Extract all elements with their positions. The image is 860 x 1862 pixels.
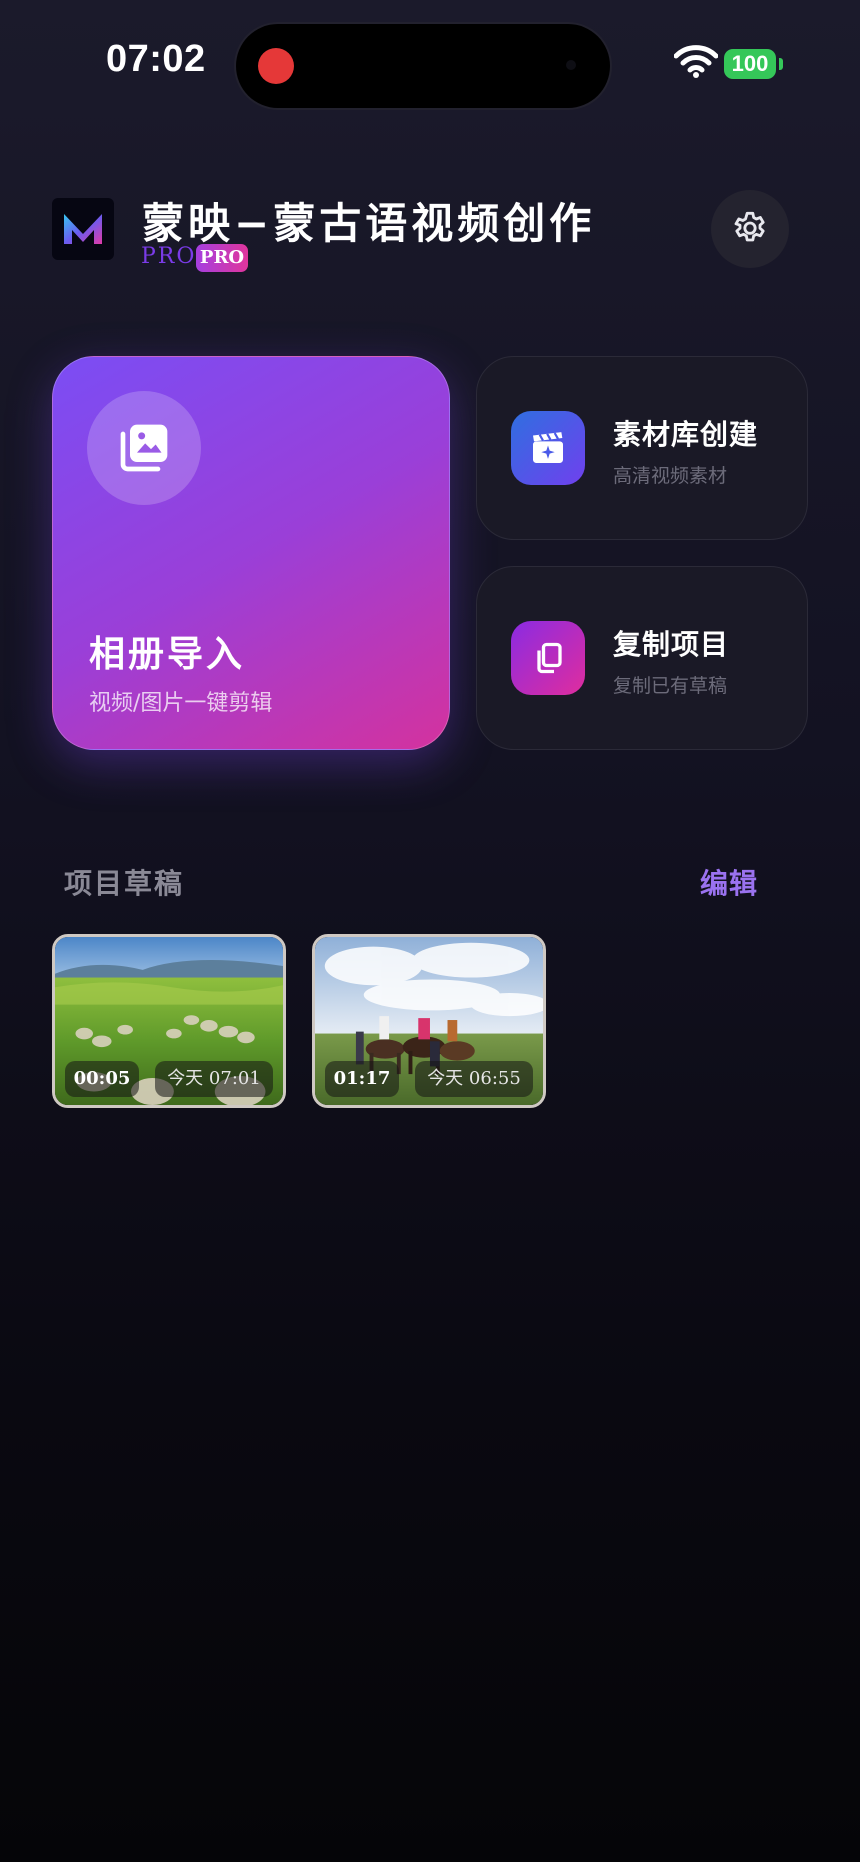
pro-badge: PRO <box>196 244 248 272</box>
draft-duration: 01:17 <box>325 1061 399 1097</box>
status-time: 07:02 <box>106 38 206 80</box>
pro-label: PRO <box>141 244 197 269</box>
recording-indicator-icon <box>258 48 294 84</box>
draft-date: 今天 07:01 <box>155 1061 273 1097</box>
clapperboard-icon <box>533 432 563 463</box>
library-title: 素材库创建 <box>613 418 759 451</box>
settings-button[interactable] <box>711 190 789 268</box>
photo-library-icon <box>120 424 168 472</box>
import-title: 相册导入 <box>89 634 246 675</box>
material-library-card[interactable]: 素材库创建 高清视频素材 <box>476 356 808 540</box>
copy-title: 复制项目 <box>613 628 730 661</box>
library-icon-tile <box>511 411 585 485</box>
copy-project-card[interactable]: 复制项目 复制已有草稿 <box>476 566 808 750</box>
album-import-card[interactable]: 相册导入 视频/图片一键剪辑 <box>52 356 450 750</box>
dynamic-island <box>236 24 610 108</box>
battery-tip <box>779 58 783 70</box>
import-subtitle: 视频/图片一键剪辑 <box>89 691 273 716</box>
app-title: 蒙映−蒙古语视频创作 <box>142 199 596 248</box>
copy-icon-tile <box>511 621 585 695</box>
copy-subtitle: 复制已有草稿 <box>613 675 728 697</box>
draft-item[interactable]: 01:17 今天 06:55 <box>312 934 546 1108</box>
copy-icon <box>537 642 562 674</box>
wifi-icon <box>674 45 718 78</box>
draft-duration: 00:05 <box>65 1061 139 1097</box>
edit-button[interactable]: 编辑 <box>700 862 758 902</box>
draft-item[interactable]: 00:05 今天 07:01 <box>52 934 286 1108</box>
draft-date: 今天 06:55 <box>415 1061 533 1097</box>
gear-icon <box>734 211 765 242</box>
app-logo <box>52 198 114 260</box>
battery-icon: 100 <box>724 49 776 79</box>
drafts-section-title: 项目草稿 <box>64 867 185 900</box>
camera-icon <box>566 60 576 70</box>
album-icon-circle <box>87 391 201 505</box>
library-subtitle: 高清视频素材 <box>613 465 728 487</box>
